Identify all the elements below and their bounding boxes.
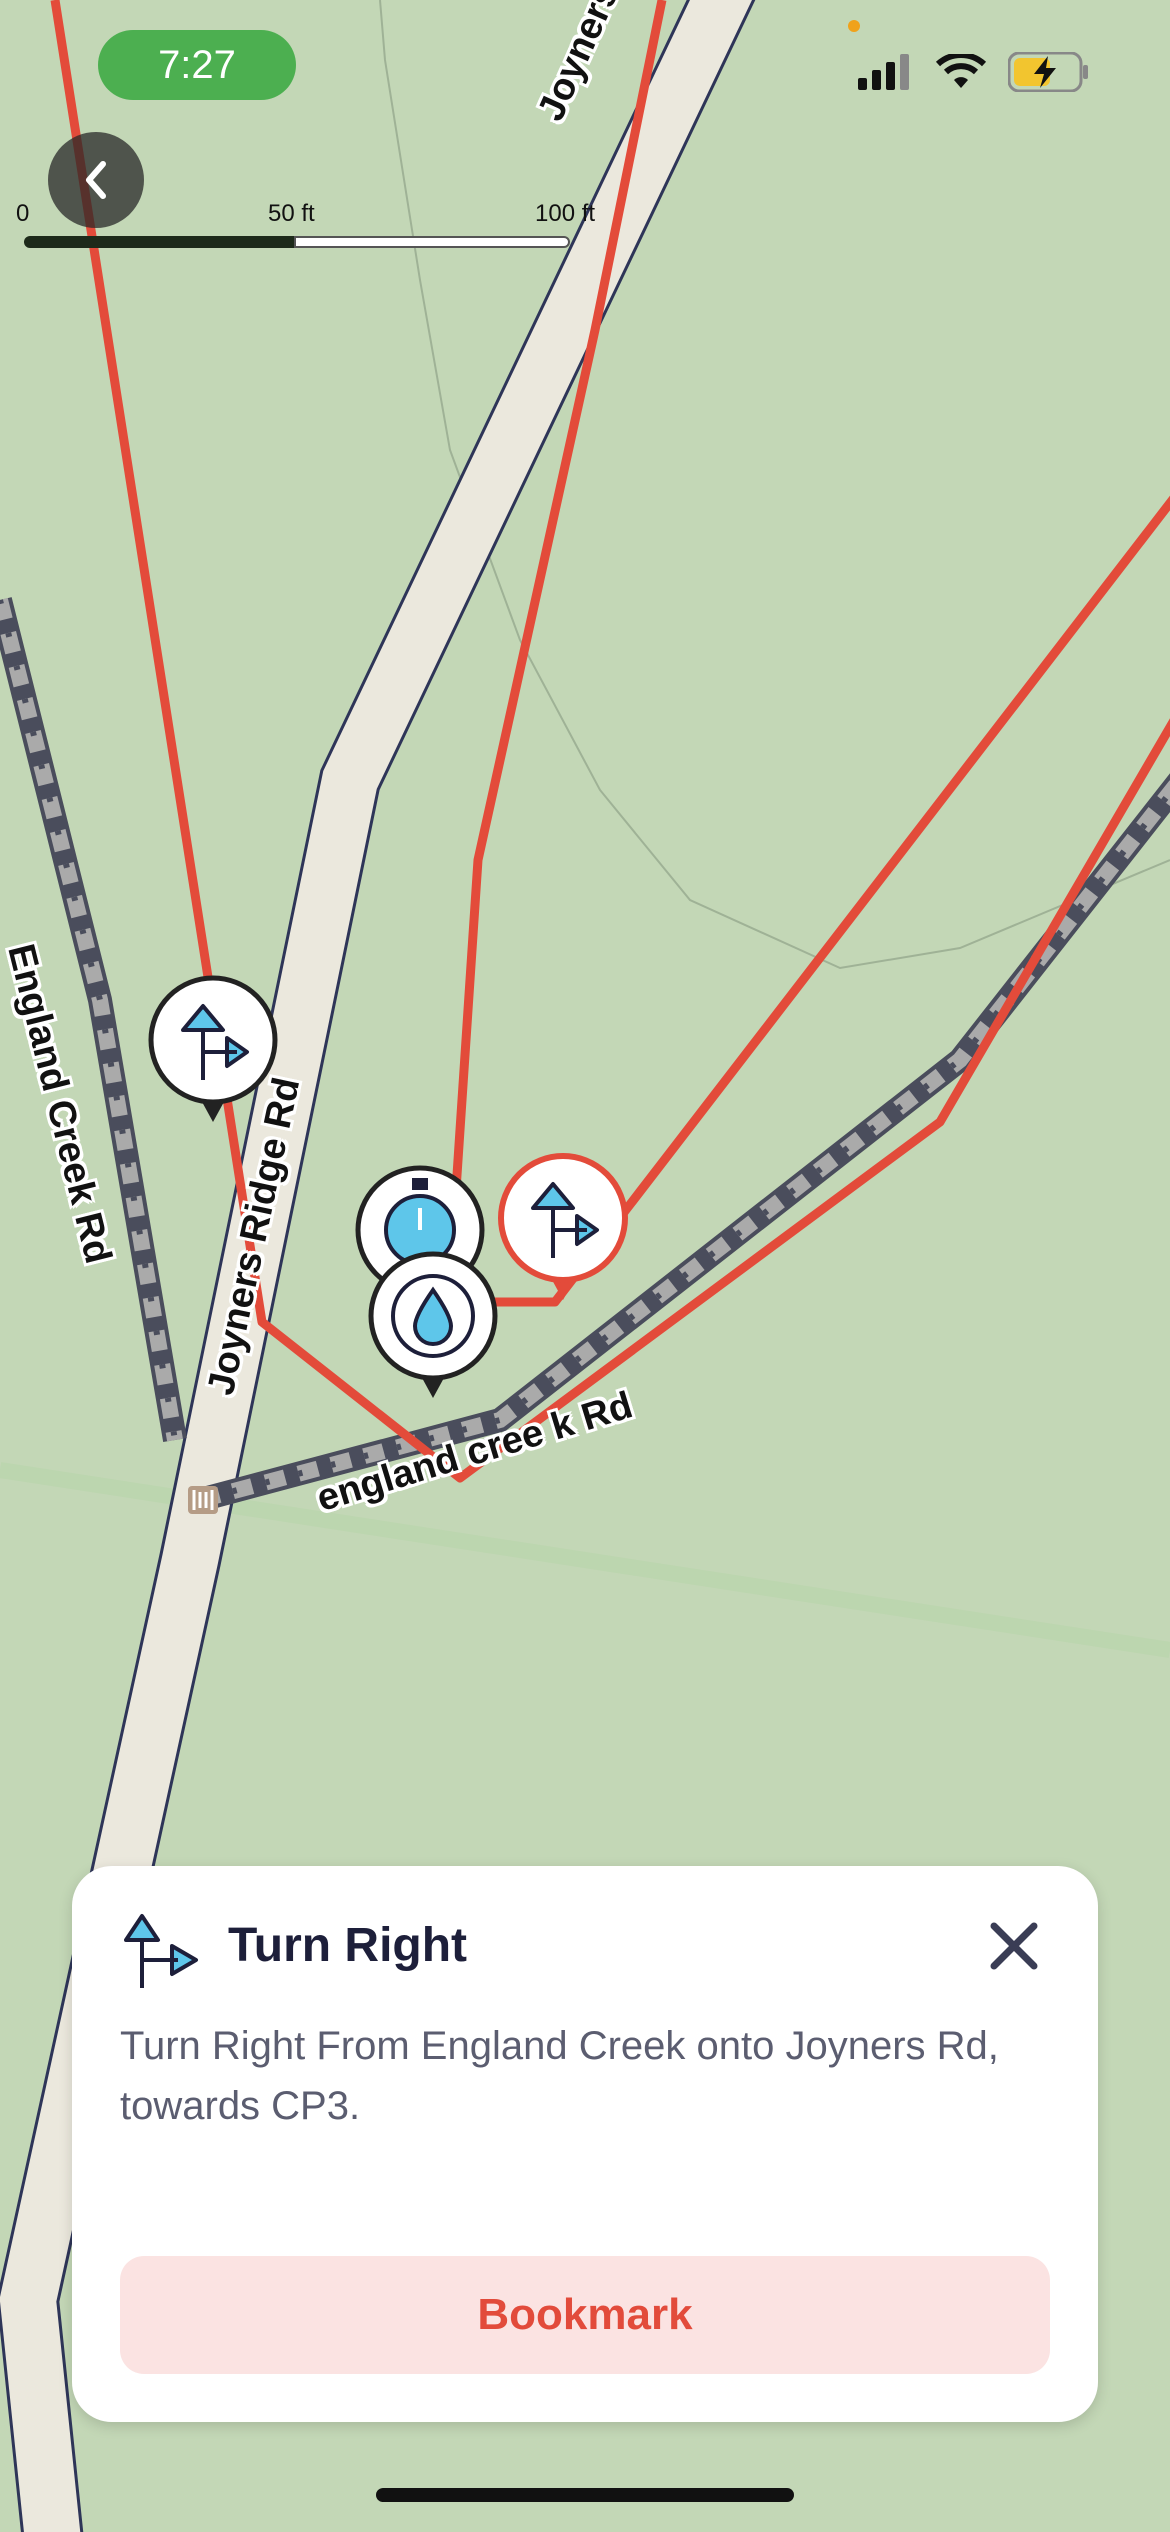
scale-label-0: 0 (16, 200, 30, 227)
back-button[interactable] (48, 132, 144, 228)
instruction-card: Turn Right Turn Right From England Creek… (72, 1866, 1098, 2422)
bookmark-button[interactable]: Bookmark (120, 2256, 1050, 2374)
signal-icon (858, 54, 909, 90)
turn-right-icon (124, 1914, 198, 1988)
close-button[interactable] (978, 1910, 1050, 1982)
wifi-icon (936, 54, 986, 88)
trailhead-icon[interactable] (188, 1486, 218, 1514)
turn-right-marker-selected[interactable] (498, 1153, 628, 1300)
scale-bar-light (294, 236, 570, 248)
battery-charging-icon (1008, 52, 1088, 92)
privacy-indicator-dot (848, 20, 860, 32)
chevron-left-icon (86, 161, 106, 199)
scale-label-50ft: 50 ft (268, 200, 315, 227)
status-time: 7:27 (98, 30, 296, 100)
card-description: Turn Right From England Creek onto Joyne… (120, 2024, 999, 2128)
home-indicator[interactable] (376, 2488, 794, 2502)
scale-label-100ft: 100 ft (535, 200, 596, 227)
status-icons (858, 52, 1090, 92)
scale-bar-dark (24, 236, 294, 248)
card-title: Turn Right (228, 1919, 468, 1972)
water-drop-marker[interactable] (368, 1251, 498, 1398)
close-icon (990, 1922, 1038, 1970)
